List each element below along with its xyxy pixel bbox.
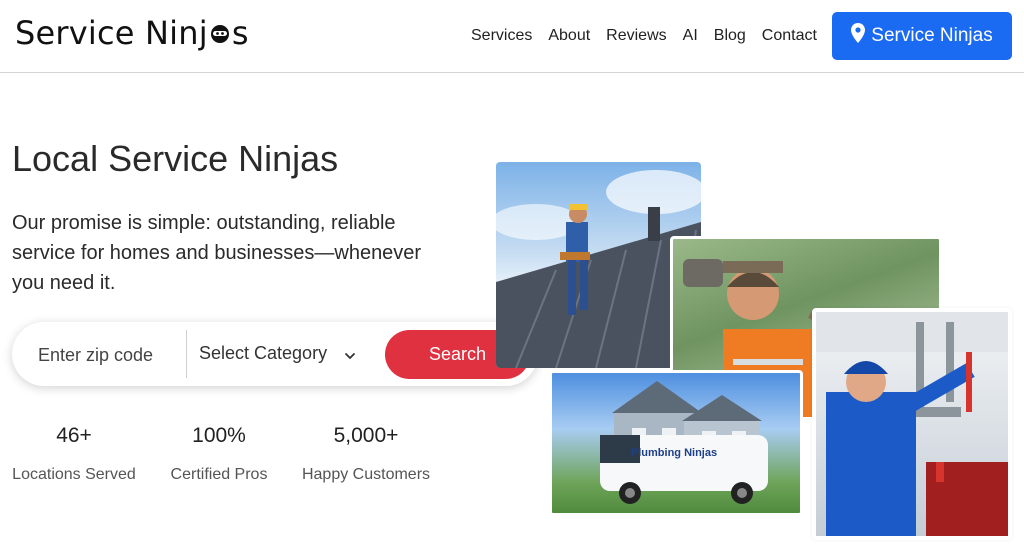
category-select[interactable]: Select Category <box>199 343 357 364</box>
category-select-label: Select Category <box>199 343 328 363</box>
hero-description: Our promise is simple: outstanding, reli… <box>12 212 422 294</box>
cta-label: Service Ninjas <box>871 25 993 46</box>
van-house-photo: Plumbing Ninjas <box>549 370 803 516</box>
nav-contact[interactable]: Contact <box>762 26 817 46</box>
search-bar: Select Category Search <box>12 322 538 386</box>
stat-value: 46+ <box>56 424 92 447</box>
logo-text-end: s <box>231 14 249 52</box>
nav-reviews[interactable]: Reviews <box>606 26 666 46</box>
service-ninjas-button[interactable]: Service Ninjas <box>832 12 1012 60</box>
page-title: Local Service Ninjas <box>12 138 339 179</box>
site-header: Service Ninj s Services About Reviews AI… <box>0 0 1024 73</box>
search-divider <box>186 330 187 378</box>
nav-blog[interactable]: Blog <box>714 26 746 46</box>
stat-locations: 46+ Locations Served <box>12 424 136 484</box>
stat-label: Happy Customers <box>301 466 431 483</box>
stat-customers: 5,000+ Happy Customers <box>300 424 432 484</box>
nav-ai[interactable]: AI <box>683 26 698 46</box>
zip-code-input[interactable] <box>36 344 180 367</box>
stat-certified: 100% Certified Pros <box>166 424 272 484</box>
van-text: Plumbing Ninjas <box>631 447 717 459</box>
stat-value: 5,000+ <box>333 424 399 447</box>
chevron-down-icon <box>343 347 357 361</box>
plumber-photo <box>812 308 1012 540</box>
logo-text: Service Ninj <box>15 14 208 52</box>
nav-about[interactable]: About <box>548 26 590 46</box>
main-nav: Services About Reviews AI Blog Contact <box>471 26 833 46</box>
nav-services[interactable]: Services <box>471 26 532 46</box>
stat-label: Locations Served <box>12 466 136 483</box>
stat-value: 100% <box>192 424 246 447</box>
stat-label: Certified Pros <box>170 466 268 483</box>
site-logo[interactable]: Service Ninj s <box>15 14 249 52</box>
location-pin-icon <box>851 23 866 49</box>
ninja-mask-icon <box>209 14 231 52</box>
